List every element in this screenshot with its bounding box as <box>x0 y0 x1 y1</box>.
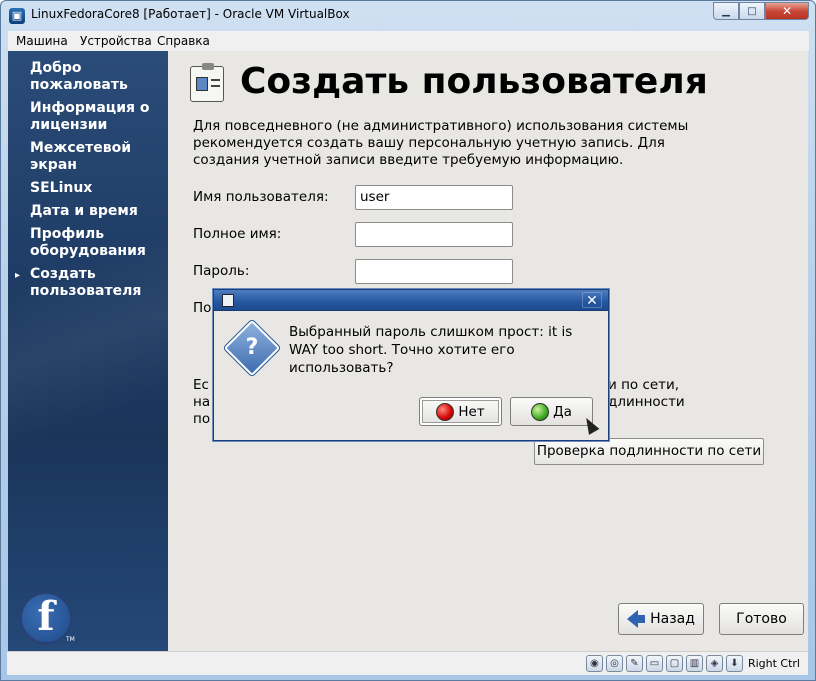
sidebar-step-datetime: Дата и время <box>30 203 138 220</box>
fullname-label: Полное имя: <box>193 226 282 242</box>
username-input[interactable]: user <box>355 185 513 210</box>
hdd-icon[interactable]: ◉ <box>585 655 603 672</box>
mouse-integration-icon[interactable]: ⬇ <box>725 655 743 672</box>
step-label-line1: Межсетевой <box>30 140 132 156</box>
finish-button-label: Готово <box>736 611 787 627</box>
sidebar-step-create-user: Создать пользователя <box>30 266 141 300</box>
auth-text-line: на <box>193 394 211 410</box>
auth-text-line: Ес <box>193 377 209 393</box>
dialog-close-button[interactable]: ✕ <box>582 292 602 309</box>
yes-button-label: Да <box>553 403 572 420</box>
confirm-password-label: По <box>193 300 212 316</box>
status-icons: ◉ ◎ ✎ ▭ ▢ ▥ ◈ ⬇ Right Ctrl <box>585 655 800 672</box>
username-label: Имя пользователя: <box>193 189 329 205</box>
status-bar: ◉ ◎ ✎ ▭ ▢ ▥ ◈ ⬇ Right Ctrl <box>7 651 808 675</box>
fullname-input[interactable] <box>355 222 513 247</box>
dialog-message: Выбранный пароль слишком прост: it is WA… <box>289 324 573 376</box>
menu-machine[interactable]: Машина <box>16 34 68 48</box>
step-label-line2: оборудования <box>30 243 146 259</box>
weak-password-dialog: ✕ ? Выбранный пароль слишком прост: it i… <box>213 289 609 441</box>
shared-folder-icon[interactable]: ▭ <box>645 655 663 672</box>
usb-icon[interactable]: ✎ <box>625 655 643 672</box>
sidebar-step-selinux: SELinux <box>30 180 92 197</box>
yes-green-dot-icon <box>531 402 550 421</box>
password-input[interactable] <box>355 259 513 284</box>
cd-icon[interactable]: ◎ <box>605 655 623 672</box>
step-label-line1: SELinux <box>30 180 93 196</box>
back-button[interactable]: Назад <box>618 603 704 635</box>
fedora-trademark: TM <box>66 636 75 643</box>
minimize-button[interactable]: ▁ <box>713 2 739 20</box>
menu-devices[interactable]: Устройства <box>80 34 152 48</box>
no-button-label: Нет <box>458 403 485 420</box>
step-label-line2: экран <box>30 157 77 173</box>
virtualbox-icon: ▣ <box>9 8 25 24</box>
current-step-marker-icon: ▸ <box>15 270 21 281</box>
step-label-line1: Профиль <box>30 226 105 242</box>
step-label-line2: лицензии <box>30 117 108 133</box>
no-button[interactable]: Нет <box>419 397 502 426</box>
step-label-line1: Создать <box>30 266 96 282</box>
fedora-logo-icon: f <box>20 592 72 644</box>
host-key-label: Right Ctrl <box>747 657 800 670</box>
maximize-button[interactable]: □ <box>739 2 765 20</box>
folder-icon[interactable]: ▢ <box>665 655 683 672</box>
step-label-line2: пожаловать <box>30 77 128 93</box>
window-controls: ▁ □ ✕ <box>713 2 809 20</box>
sidebar-step-license: Информация о лицензии <box>30 100 149 134</box>
password-label: Пароль: <box>193 263 250 279</box>
auth-text-line: по <box>193 411 211 427</box>
network-icon[interactable]: ◈ <box>705 655 723 672</box>
step-label-line1: Дата и время <box>30 203 138 219</box>
display-icon[interactable]: ▥ <box>685 655 703 672</box>
network-auth-text-left: Ес на по <box>193 377 210 428</box>
back-arrow-icon <box>627 610 646 628</box>
step-label-line2: пользователя <box>30 283 142 299</box>
window-title: LinuxFedoraCore8 [Работает] - Oracle VM … <box>31 7 350 21</box>
auth-text-line: длинности <box>608 394 685 410</box>
close-button[interactable]: ✕ <box>765 2 809 20</box>
firstboot-sidebar: Добро пожаловать Информация о лицензии М… <box>8 51 168 651</box>
id-badge-icon <box>190 63 224 102</box>
auth-text-line: и по сети, <box>608 377 680 393</box>
menu-help[interactable]: Справка <box>157 34 210 48</box>
network-auth-button[interactable]: Проверка подлинности по сети <box>534 438 764 465</box>
dialog-app-icon <box>222 294 234 307</box>
network-auth-text-right: и по сети, длинности <box>608 377 685 411</box>
step-label-line1: Добро <box>30 60 82 76</box>
page-title: Создать пользователя <box>240 61 708 102</box>
page-description: Для повседневного (не административного)… <box>193 118 689 168</box>
sidebar-step-welcome: Добро пожаловать <box>30 60 128 94</box>
back-button-label: Назад <box>650 611 695 627</box>
sidebar-step-hardware-profile: Профиль оборудования <box>30 226 146 260</box>
sidebar-step-firewall: Межсетевой экран <box>30 140 131 174</box>
no-red-dot-icon <box>436 402 455 421</box>
menu-bar: Машина Устройства Справка <box>8 31 809 52</box>
finish-button[interactable]: Готово <box>719 603 804 635</box>
dialog-title-bar[interactable]: ✕ <box>214 290 608 311</box>
title-bar[interactable]: ▣ LinuxFedoraCore8 [Работает] - Oracle V… <box>1 1 815 31</box>
question-mark-glyph: ? <box>245 335 259 360</box>
step-label-line1: Информация о <box>30 100 150 116</box>
